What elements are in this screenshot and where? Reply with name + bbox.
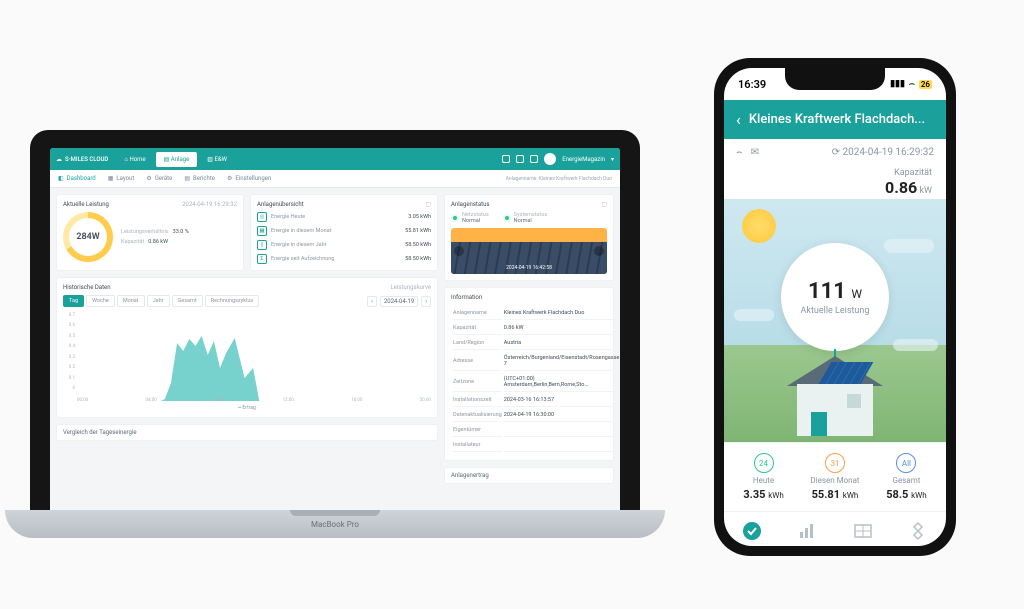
calendar-icon: ▦ xyxy=(257,226,267,236)
brand-logo: ☁ S-MILES CLOUD xyxy=(56,156,108,163)
chart-tab-total[interactable]: Gesamt xyxy=(172,295,203,307)
system-icon xyxy=(503,214,511,222)
tab-grid[interactable] xyxy=(907,520,929,542)
chart-prev-button[interactable]: ‹ xyxy=(367,296,377,307)
chart-tab-month[interactable]: Monat xyxy=(117,295,145,307)
wifi-icon xyxy=(451,214,459,222)
desktop-app-screen: ☁ S-MILES CLOUD ⌂ Home ▤ Anlage ▥ E&W En… xyxy=(50,148,620,510)
laptop-model: MacBook Pro xyxy=(311,520,359,529)
chart-date-picker[interactable]: 2024-04-19 xyxy=(380,296,418,307)
status-card: Anlagenstatus▢ NetzstatusNormal Systemst… xyxy=(444,194,614,281)
battery-indicator: 26 xyxy=(919,80,932,89)
breadcrumb: Anlagenname: Kleines Kraftwerk Flachdach… xyxy=(506,176,612,182)
info-row: Installateur xyxy=(453,439,619,452)
capacity-display: Kapazität 0.86 kW xyxy=(724,166,946,199)
status-net: NetzstatusNormal xyxy=(451,212,489,224)
carousel-next-button[interactable] xyxy=(594,246,604,256)
help-icon[interactable] xyxy=(530,155,538,163)
info-row: Land/RegionAustria xyxy=(453,337,619,350)
topnav-home[interactable]: ⌂ Home xyxy=(116,152,153,167)
app-header: ‹ Kleines Kraftwerk Flachdach... xyxy=(724,100,946,139)
stats-row: 24 Heute 3.35 kWh 31 Diesen Monat 55.81 … xyxy=(724,442,946,511)
avatar[interactable] xyxy=(544,153,556,165)
stat-month[interactable]: 31 Diesen Monat 55.81 kWh xyxy=(810,453,859,501)
subnav-reports[interactable]: ▤ Berichte xyxy=(184,175,215,182)
chart-action-link[interactable]: Leistungskurve xyxy=(390,284,431,291)
history-chart-card: Historische DatenLeistungskurve Tag Woch… xyxy=(56,277,438,418)
comparison-card: Vergleich der Tageseinergie xyxy=(56,424,438,441)
info-row: Installationszeit2024-03-16 16:13:57 xyxy=(453,394,619,407)
sun-icon xyxy=(742,209,776,243)
page-title: Kleines Kraftwerk Flachdach... xyxy=(749,112,925,127)
message-icon[interactable]: ✉ xyxy=(751,147,759,158)
subnav-devices[interactable]: ⚙ Geräte xyxy=(146,175,172,182)
target-icon: ◎ xyxy=(257,212,267,222)
info-row: AnlagennameKleines Kraftwerk Flachdach D… xyxy=(453,307,619,320)
current-power-bubble: 111 W Aktuelle Leistung xyxy=(781,243,889,351)
ov-year: ⫾Energie in diesem Jahr58.50 kWh xyxy=(257,240,431,250)
sum-icon: Σ xyxy=(257,254,267,264)
ov-total: ΣEnergie seit Aufzeichnung58.50 kWh xyxy=(257,254,431,264)
wifi-icon: ⌢ xyxy=(909,79,915,89)
month-icon: 31 xyxy=(825,453,845,473)
chart-tab-week[interactable]: Woche xyxy=(86,295,115,307)
signal-icon: ▮▮▮ xyxy=(890,79,905,89)
info-row: AdresseÖsterreich/Burgenland/Eisenstadt/… xyxy=(453,352,619,371)
info-row: Zeitzone(UTC+01:00) Amsterdam,Berlin,Ber… xyxy=(453,373,619,392)
laptop-mockup: ☁ S-MILES CLOUD ⌂ Home ▤ Anlage ▥ E&W En… xyxy=(30,130,640,540)
ov-today: ◎Energie Heute3.05 kWh xyxy=(257,212,431,222)
power-ratio: Leistungsverhältnis33.0 % xyxy=(121,229,189,235)
chart-next-button[interactable]: › xyxy=(421,296,431,307)
revenue-card: Anlagenertrag xyxy=(444,467,614,484)
chart-tab-year[interactable]: Jahr xyxy=(147,295,170,307)
ov-month: ▦Energie in diesem Monat55.81 kWh xyxy=(257,226,431,236)
stat-today[interactable]: 24 Heute 3.35 kWh xyxy=(743,453,783,501)
power-gauge: 284W xyxy=(63,212,113,262)
info-card: Information AnlagennameKleines Kraftwerk… xyxy=(444,287,614,461)
info-row: Datenaktualisierung2024-04-19 16:30:00 xyxy=(453,409,619,422)
topnav-anlage[interactable]: ▤ Anlage xyxy=(156,152,198,167)
topnav-ew[interactable]: ▥ E&W xyxy=(199,152,235,167)
power-card: Aktuelle Leistung2024-04-19 16:29:32 284… xyxy=(56,194,244,271)
bell-icon[interactable] xyxy=(516,155,524,163)
info-row: Eigentümer xyxy=(453,424,619,437)
chart-icon: ⫾ xyxy=(257,240,267,250)
timestamp: ⟳ 2024-04-19 16:29:32 xyxy=(832,147,934,158)
status-system: SystemstatusNormal xyxy=(503,212,548,224)
wifi-status-icon[interactable]: ⌢ xyxy=(736,147,743,158)
tab-panels[interactable] xyxy=(852,520,874,542)
top-bar: ☁ S-MILES CLOUD ⌂ Home ▤ Anlage ▥ E&W En… xyxy=(50,148,620,170)
username[interactable]: EnergieMagazin xyxy=(562,156,605,163)
tab-home[interactable] xyxy=(741,520,763,542)
sub-nav: ◧ Dashboard ▦ Layout ⚙ Geräte ▤ Berichte… xyxy=(50,170,620,188)
chart-tab-day[interactable]: Tag xyxy=(63,295,84,307)
subnav-settings[interactable]: ⚙ Einstellungen xyxy=(227,175,271,182)
clock-icon[interactable] xyxy=(502,155,510,163)
status-time: 16:39 xyxy=(738,78,766,91)
carousel-prev-button[interactable] xyxy=(454,246,464,256)
back-button[interactable]: ‹ xyxy=(736,110,741,129)
power-capacity: Kapazität0.86 kW xyxy=(121,239,189,245)
history-chart: 0.70.60.50.40.30.20.10 00:0004:0008:0012… xyxy=(63,313,431,403)
bottom-tab-bar xyxy=(724,511,946,546)
phone-mockup: 16:39 ▮▮▮ ⌢ 26 ‹ Kleines Kraftwerk Flach… xyxy=(714,58,956,556)
subnav-dashboard[interactable]: ◧ Dashboard xyxy=(58,175,96,182)
tab-chart[interactable] xyxy=(796,520,818,542)
info-row: Kapazität0.86 kW xyxy=(453,322,619,335)
house-icon xyxy=(787,356,883,436)
panel-image-carousel[interactable]: 2024-04-19 16:42:58 xyxy=(451,228,607,274)
day-icon: 24 xyxy=(754,453,774,473)
illustration: 111 W Aktuelle Leistung xyxy=(724,199,946,442)
subnav-layout[interactable]: ▦ Layout xyxy=(108,175,135,182)
total-icon: All xyxy=(896,453,916,473)
mobile-app-screen: 16:39 ▮▮▮ ⌢ 26 ‹ Kleines Kraftwerk Flach… xyxy=(724,68,946,546)
chart-tab-billing[interactable]: Rechnungszyklus xyxy=(205,295,260,307)
stat-total[interactable]: All Gesamt 58.5 kWh xyxy=(886,453,926,501)
overview-card: Anlagenübersicht▢ ◎Energie Heute3.05 kWh… xyxy=(250,194,438,271)
